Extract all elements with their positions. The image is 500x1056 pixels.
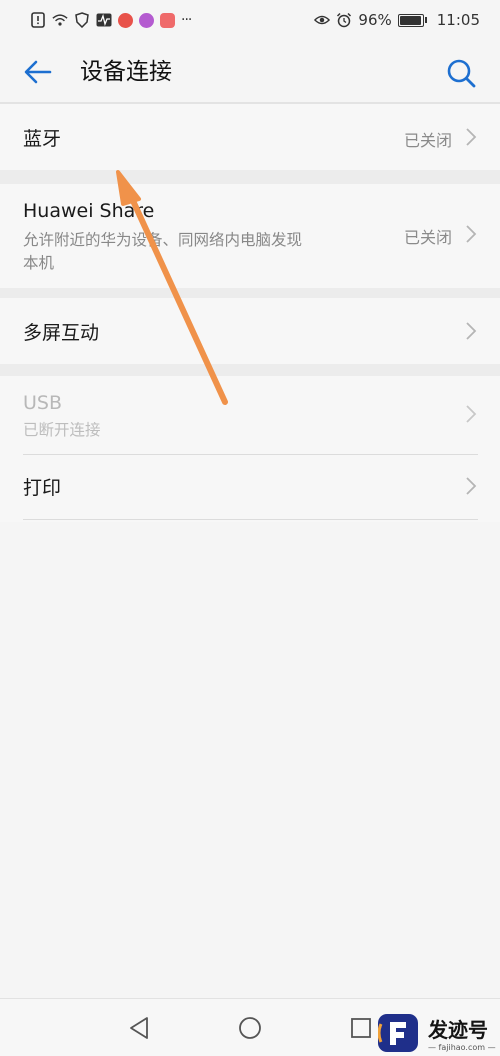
search-icon [447,59,476,88]
chevron-right-icon [466,322,477,340]
status-left: ··· [30,12,192,28]
watermark-text: 发迹号 [428,1018,488,1042]
search-button[interactable] [444,56,478,90]
group-gap [0,170,500,184]
watermark-subtext: — fajihao.com — [428,1043,496,1052]
print-row[interactable]: 打印 [0,455,500,519]
more-notifications-icon: ··· [181,12,192,28]
usb-print-group: USB 已断开连接 打印 [0,376,500,522]
back-arrow-icon [24,60,52,84]
clock-time: 11:05 [436,11,480,29]
activity-app-icon [96,12,112,28]
battery-percent: 96% [358,11,392,29]
multiscreen-group: 多屏互动 [0,298,500,364]
chevron-right-icon [466,477,477,495]
weibo-app-icon [118,12,133,28]
nav-back-button[interactable] [125,1013,155,1043]
sim-alert-icon [30,12,46,28]
huawei-share-status: 已关闭 [403,228,452,247]
huawei-share-title: Huawei Share [23,200,155,222]
chevron-right-icon [466,225,477,243]
messenger-app-icon [139,12,154,28]
back-button[interactable] [22,56,54,88]
page-title: 设备连接 [80,59,172,85]
app-notification-icon [160,12,175,28]
bluetooth-row[interactable]: 蓝牙 已关闭 [0,104,500,170]
usb-row[interactable]: USB 已断开连接 [0,376,500,454]
battery-icon [397,13,427,27]
status-right: 96% 11:05 [314,11,480,29]
print-title: 打印 [23,477,62,499]
eye-comfort-icon [314,12,331,28]
wifi-icon [52,12,68,28]
chevron-right-icon [466,128,477,146]
triangle-back-icon [130,1017,148,1039]
group-gap [0,364,500,376]
watermark: 发迹号 — fajihao.com — [377,1010,500,1056]
nav-recents-button[interactable] [346,1013,376,1043]
bluetooth-group: 蓝牙 已关闭 [0,104,500,170]
nav-home-button[interactable] [235,1013,265,1043]
group-gap [0,288,500,298]
vpn-shield-icon [74,12,90,28]
row-divider [23,519,478,520]
multiscreen-row[interactable]: 多屏互动 [0,298,500,364]
title-bar: 设备连接 [0,40,500,104]
watermark-logo [377,1014,418,1052]
multiscreen-title: 多屏互动 [23,322,100,344]
f-letter-icon [377,1022,406,1045]
alarm-icon [336,12,352,28]
huawei-share-group: Huawei Share 允许附近的华为设备、同网络内电脑发现本机 已关闭 [0,184,500,288]
status-bar: ··· 96% 11:05 [0,0,500,40]
square-recents-icon [351,1018,371,1038]
usb-title: USB [23,392,63,414]
usb-status-text: 已断开连接 [23,421,101,439]
huawei-share-row[interactable]: Huawei Share 允许附近的华为设备、同网络内电脑发现本机 已关闭 [0,184,500,288]
chevron-right-icon [466,405,477,423]
bluetooth-title: 蓝牙 [23,128,62,150]
bluetooth-status: 已关闭 [403,131,452,150]
circle-home-icon [239,1017,261,1039]
huawei-share-description: 允许附近的华为设备、同网络内电脑发现本机 [23,231,303,272]
